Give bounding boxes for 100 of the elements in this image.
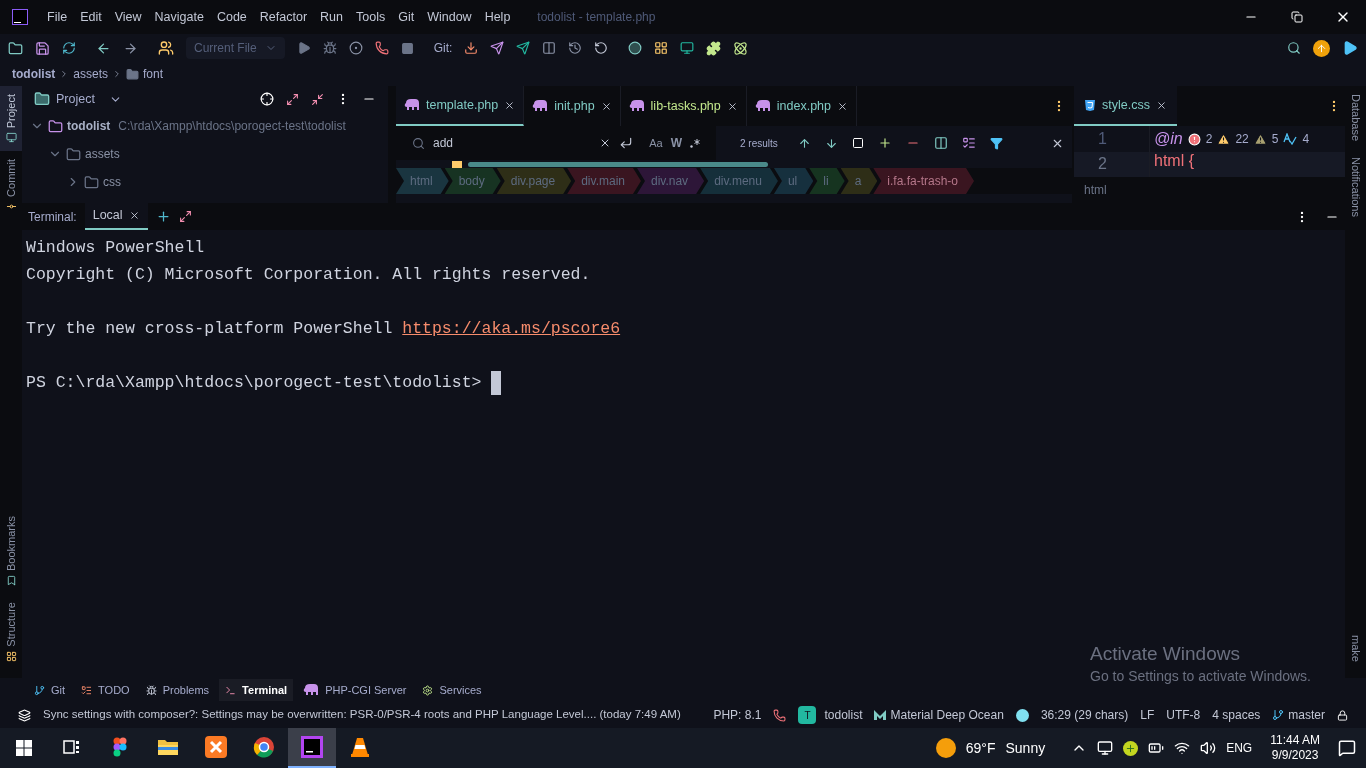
compare-icon[interactable] [542, 41, 557, 55]
back-icon[interactable] [96, 40, 111, 56]
menu-item[interactable]: Edit [75, 7, 107, 27]
monitor-icon[interactable] [680, 41, 695, 55]
breadcrumb-item[interactable]: html [1084, 181, 1107, 199]
search-icon[interactable] [1287, 41, 1301, 55]
project-name[interactable]: todolist [824, 706, 863, 724]
close-tab-icon[interactable] [128, 210, 140, 221]
stripe-tab[interactable]: Project [0, 86, 23, 152]
language[interactable]: ENG [1226, 739, 1253, 757]
bug-icon[interactable] [322, 41, 337, 55]
notification-icon[interactable] [1338, 739, 1356, 757]
lock-icon[interactable] [1337, 709, 1348, 721]
breadcrumb-item[interactable]: assets [73, 65, 108, 83]
regex-icon[interactable] [690, 138, 700, 148]
collapse-icon[interactable] [311, 92, 324, 106]
file-encoding[interactable]: UTF-8 [1166, 706, 1201, 724]
battery-icon[interactable] [1148, 740, 1165, 756]
words-toggle[interactable]: W [670, 134, 682, 152]
clock[interactable]: 11:44 AM 9/9/2023 [1270, 733, 1320, 763]
caret-position[interactable]: 36:29 (29 chars) [1040, 706, 1129, 724]
menu-item[interactable]: Refactor [254, 7, 313, 27]
wifi-icon[interactable] [1174, 740, 1191, 756]
tool-window-tab[interactable]: Services [416, 679, 488, 701]
phone-icon[interactable] [374, 41, 389, 55]
previous-icon[interactable] [797, 136, 811, 150]
tree-item[interactable]: assets [22, 140, 388, 168]
tool-window-tab[interactable]: Problems [139, 679, 216, 701]
next-icon[interactable] [824, 136, 838, 150]
status-message[interactable]: Sync settings with composer?: Settings may be overwritten: PSR-0/PSR-4 roots and PHP Language Level.... (today 7:49 AM) [43, 706, 681, 724]
expand-icon[interactable] [286, 92, 299, 106]
puzzle-icon[interactable] [706, 40, 722, 56]
tool-window-tab[interactable]: Git [28, 679, 72, 701]
users-icon[interactable] [158, 40, 174, 56]
add-icon[interactable] [155, 209, 171, 224]
menu-item[interactable]: Window [422, 7, 477, 27]
menu-item[interactable]: File [42, 7, 73, 27]
git-branch[interactable]: master [1272, 706, 1325, 724]
forward-icon[interactable] [123, 40, 138, 56]
stripe-tab[interactable]: Notifications [1344, 149, 1366, 225]
play-icon[interactable] [1342, 40, 1358, 56]
breadcrumb-item[interactable]: todolist [12, 65, 56, 83]
target-icon[interactable] [260, 92, 274, 106]
line-separator[interactable]: LF [1140, 706, 1155, 724]
editor-tab[interactable]: template.php [396, 86, 525, 126]
stop-icon[interactable] [400, 41, 414, 55]
search-field[interactable]: add Aa W [396, 126, 716, 160]
breadcrumb-item[interactable]: font [143, 65, 164, 83]
taskbar-app[interactable] [288, 728, 336, 768]
stripe-tab[interactable]: Structure [0, 594, 23, 670]
tool-window-tab[interactable]: PHP-CGI Server [297, 679, 413, 701]
menu-item[interactable]: Code [211, 7, 252, 27]
match-case-toggle[interactable]: Aa [649, 134, 663, 152]
tool-window-tab[interactable]: TODO [75, 679, 136, 701]
record-icon[interactable] [628, 41, 643, 55]
volume-icon[interactable] [1200, 740, 1217, 756]
scrollbar-thumb[interactable] [468, 161, 768, 167]
plus-icon[interactable] [1123, 740, 1139, 756]
list-icon[interactable] [961, 136, 976, 150]
session-tab[interactable]: Local [84, 203, 148, 230]
breadcrumb-item[interactable]: i.fa.fa-trash-o [873, 168, 974, 194]
editor-tab[interactable]: style.css [1074, 86, 1177, 126]
close-tab-icon[interactable] [600, 100, 612, 112]
stripe-tab[interactable]: make [1344, 627, 1366, 670]
rollback-icon[interactable] [594, 41, 609, 55]
indent-setting[interactable]: 4 spaces [1212, 706, 1261, 724]
commit-icon[interactable] [516, 41, 531, 55]
theme-name[interactable]: Material Deep Ocean [890, 706, 1004, 724]
monitor-icon[interactable] [1097, 740, 1114, 756]
save-icon[interactable] [35, 40, 50, 56]
push-icon[interactable] [490, 41, 505, 55]
menu-item[interactable]: Git [393, 7, 420, 27]
newline-icon[interactable] [619, 136, 634, 150]
run-icon[interactable] [296, 41, 311, 55]
stripe-tab[interactable]: Commit [0, 151, 23, 221]
add-cursor-icon[interactable] [877, 136, 892, 150]
tree-item[interactable]: css [22, 168, 388, 196]
terminal-link[interactable]: https://aka.ms/pscore6 [402, 315, 621, 342]
profile-icon[interactable] [348, 41, 363, 55]
menu-item[interactable]: Navigate [149, 7, 209, 27]
grid-icon[interactable] [654, 41, 669, 55]
close-tab-icon[interactable] [837, 100, 848, 112]
atom-icon[interactable] [733, 40, 749, 56]
expand-icon[interactable] [178, 210, 192, 223]
stripe-tab[interactable]: Bookmarks [0, 508, 23, 595]
folder-icon[interactable] [8, 40, 23, 56]
editor-tab[interactable]: index.php [746, 86, 857, 126]
menu-item[interactable]: Tools [351, 7, 391, 27]
close-tab-icon[interactable] [1155, 99, 1167, 111]
phone-icon[interactable] [773, 708, 787, 722]
refresh-icon[interactable] [62, 41, 76, 55]
filter-icon[interactable] [989, 136, 1003, 150]
window-icon[interactable] [851, 137, 864, 149]
close-tab-icon[interactable] [726, 100, 738, 112]
update-icon[interactable] [464, 41, 479, 55]
stripe-tab[interactable]: Database [1344, 86, 1366, 150]
menu-item[interactable]: Help [479, 7, 516, 27]
menu-item[interactable]: Run [315, 7, 348, 27]
update-button[interactable] [1313, 39, 1330, 57]
history-icon[interactable] [568, 41, 583, 55]
